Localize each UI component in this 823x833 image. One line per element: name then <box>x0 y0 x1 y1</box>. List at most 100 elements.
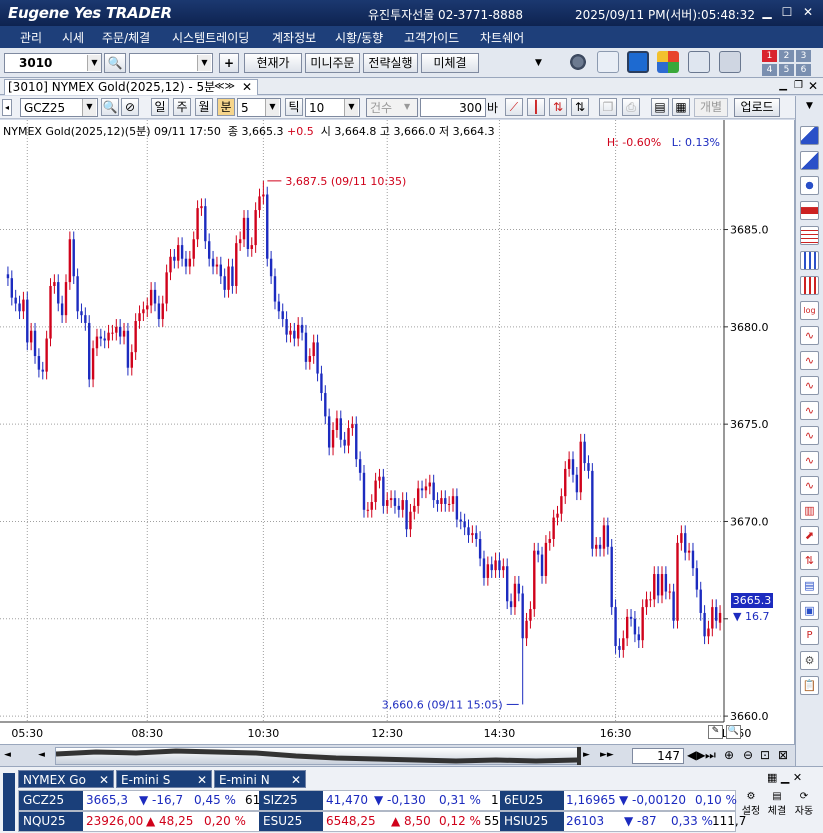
indicator-4-icon[interactable]: ∿ <box>800 401 819 420</box>
indicator-3-icon[interactable]: ∿ <box>800 376 819 395</box>
window-close-icon[interactable]: ✕ <box>808 79 818 93</box>
auto-button[interactable]: ⟳ 자동 <box>791 791 817 829</box>
close-chart-icon[interactable]: ⊠ <box>778 748 788 762</box>
add-button[interactable]: + <box>219 53 239 73</box>
search-icon[interactable]: 🔍 <box>104 53 126 73</box>
indicator-7-icon[interactable]: ∿ <box>800 476 819 495</box>
indicator-10-icon[interactable]: ⇅ <box>800 551 819 570</box>
nav-left-right-icon[interactable]: ◀▶ <box>687 748 705 762</box>
page-6-button[interactable]: 6 <box>796 64 811 76</box>
fast-forward-icon[interactable]: ►► <box>600 750 614 760</box>
count-type-select[interactable]: 건수 <box>366 98 418 117</box>
line-chart-icon[interactable]: ⟋ <box>505 98 523 116</box>
camera-icon[interactable] <box>688 51 710 73</box>
tab-close-icon[interactable]: ✕ <box>99 771 109 789</box>
zoom-out-icon[interactable]: ⊖ <box>743 748 753 762</box>
chevron-down-icon[interactable]: ▼ <box>197 55 211 71</box>
chevron-down-icon[interactable]: ▼ <box>404 102 410 111</box>
user-info-icon[interactable] <box>597 51 619 73</box>
sort-asc-icon[interactable]: ⇅ <box>549 98 567 116</box>
collapse-left-icon[interactable]: ◂ <box>2 99 12 116</box>
tab-arrows-icon[interactable]: ≪≫ <box>214 80 235 94</box>
gann-tool-icon[interactable] <box>800 226 819 245</box>
zoom-icon[interactable]: 🔍 <box>726 725 741 739</box>
page-3-button[interactable]: 3 <box>796 50 811 62</box>
menu-guide[interactable]: 고객가이드 <box>404 29 459 46</box>
panel-handle[interactable] <box>3 773 15 831</box>
zoom-in-icon[interactable]: ⊕ <box>724 748 734 762</box>
scroll-left-arrow-icon[interactable]: ◄ <box>38 750 52 762</box>
log-scale-icon[interactable]: log <box>800 301 819 320</box>
visible-count-input[interactable]: 147 <box>632 748 684 764</box>
sort-desc-icon[interactable]: ⇅ <box>571 98 589 116</box>
quote-symbol[interactable]: NQU25 <box>19 812 83 831</box>
page-5-button[interactable]: 5 <box>779 64 794 76</box>
indicator-9-icon[interactable]: ⬈ <box>800 526 819 545</box>
tick-button[interactable]: 틱 <box>285 98 303 116</box>
quote-tab-3[interactable]: E-mini N ✕ <box>214 770 306 788</box>
table-icon[interactable]: ▦ <box>672 98 690 116</box>
pattern-icon[interactable]: P <box>800 626 819 645</box>
settings-button[interactable]: ⚙ 설정 <box>738 791 764 829</box>
period-month-button[interactable]: 월 <box>195 98 213 116</box>
page-1-button[interactable]: 1 <box>762 50 777 62</box>
view-icon[interactable]: ▤ <box>651 98 669 116</box>
unfilled-button[interactable]: 미체결 <box>421 53 479 73</box>
quote-symbol[interactable]: HSIU25 <box>500 812 564 831</box>
settings-gear-icon[interactable] <box>567 51 589 73</box>
indicator-6-icon[interactable]: ∿ <box>800 451 819 470</box>
chevron-down-icon[interactable]: ▼ <box>344 99 358 116</box>
current-price-button[interactable]: 현재가 <box>244 53 302 73</box>
chevron-down-icon[interactable]: ▼ <box>87 55 101 71</box>
menu-market[interactable]: 시황/동향 <box>335 29 383 46</box>
scroll-left-icon[interactable]: ◄ <box>4 750 14 762</box>
quote-symbol[interactable]: 6EU25 <box>500 791 564 810</box>
quote-symbol[interactable]: GCZ25 <box>19 791 83 810</box>
menu-account[interactable]: 계좌정보 <box>272 29 316 46</box>
indicator-1-icon[interactable]: ∿ <box>800 326 819 345</box>
fill-button[interactable]: ▤ 체결 <box>764 791 790 829</box>
individual-button[interactable]: 개별 <box>694 98 728 117</box>
strategy-run-button[interactable]: 전략실행 <box>363 53 418 73</box>
menu-manage[interactable]: 관리 <box>20 29 42 46</box>
count-input[interactable]: 300 <box>420 98 486 117</box>
chevron-down-icon[interactable]: ▼ <box>800 98 819 117</box>
scroll-thumb-handle[interactable] <box>577 747 581 765</box>
close-icon[interactable]: ✕ <box>801 5 815 19</box>
scroll-right-arrow-icon[interactable]: ► <box>583 750 590 760</box>
menu-quotes[interactable]: 시세 <box>62 29 84 46</box>
page-4-button[interactable]: 4 <box>762 64 777 76</box>
indicator-2-icon[interactable]: ∿ <box>800 351 819 370</box>
monitor-icon[interactable] <box>627 51 649 73</box>
copy-icon[interactable]: ❐ <box>599 98 617 116</box>
drawing-tool-icon[interactable] <box>800 126 819 145</box>
upload-button[interactable]: 업로드 <box>734 98 780 117</box>
indicator-11-icon[interactable]: ▤ <box>800 576 819 595</box>
candlestick-chart[interactable]: 3660.0 3670.0 3675.0 3680.0 3685.0 05:30 08:30… <box>0 120 795 744</box>
printer-icon[interactable] <box>719 51 741 73</box>
tab-close-icon[interactable]: ✕ <box>291 771 301 789</box>
edit-icon[interactable]: ✎ <box>708 725 723 739</box>
jump-end-icon[interactable]: ⏭ <box>705 748 716 763</box>
mini-order-button[interactable]: 미니주문 <box>305 53 360 73</box>
tool-settings-icon[interactable]: ⚙ <box>800 651 819 670</box>
menu-system-trading[interactable]: 시스템트레이딩 <box>172 29 249 46</box>
line-tool-icon[interactable] <box>800 151 819 170</box>
quote-tab-2[interactable]: E-mini S ✕ <box>116 770 212 788</box>
bars-tool-icon[interactable] <box>800 251 819 270</box>
tab-chart-3010[interactable]: [3010] NYMEX Gold(2025,12) - 5분 ≪≫ ✕ <box>4 79 258 95</box>
window-minimize-icon[interactable]: ▁ <box>779 80 787 91</box>
clipboard-icon[interactable]: 📋 <box>800 676 819 695</box>
minimize-icon[interactable]: ▁ <box>760 5 774 19</box>
quote-tab-1[interactable]: NYMEX Go ✕ <box>18 770 114 788</box>
panel-window-icons[interactable]: ▦ ▁ ✕ <box>767 771 802 784</box>
restore-icon[interactable]: ⊡ <box>760 748 770 762</box>
quote-symbol[interactable]: SIZ25 <box>259 791 323 810</box>
quote-symbol[interactable]: ESU25 <box>259 812 323 831</box>
period-week-button[interactable]: 주 <box>173 98 191 116</box>
toolbar-dropdown-icon[interactable]: ▼ <box>535 58 542 68</box>
menu-chart-share[interactable]: 차트쉐어 <box>480 29 524 46</box>
circle-tool-icon[interactable] <box>800 176 819 195</box>
tab-close-icon[interactable]: ✕ <box>197 771 207 789</box>
maximize-icon[interactable]: ☐ <box>780 5 794 19</box>
